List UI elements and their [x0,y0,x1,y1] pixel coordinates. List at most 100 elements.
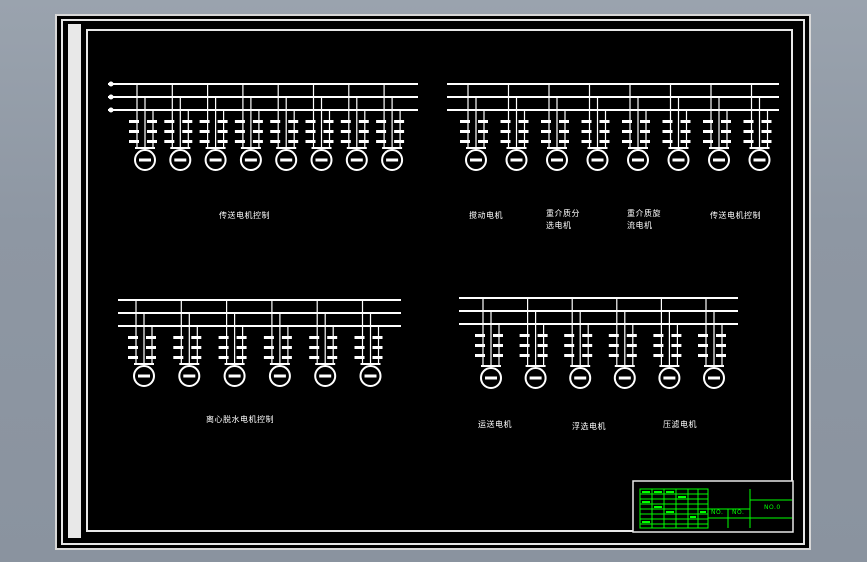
contactor-mark [581,130,592,133]
contactor-mark [608,344,619,347]
contactor-mark [653,334,664,337]
motor-label-mark [618,376,631,380]
contactor-mark [288,120,299,123]
contactor-mark [537,344,548,347]
contactor-mark [281,346,292,349]
contactor-mark [581,120,592,123]
contactor-mark [173,346,184,349]
contactor-mark [358,140,369,143]
contactor-mark [626,354,637,357]
contactor-mark [608,334,619,337]
contactor-mark [519,334,530,337]
caption-group-b-3: 重介质旋 流电机 [627,209,661,230]
contactor-mark [541,120,551,123]
contactor-mark [721,130,731,133]
contactor-mark [640,130,650,133]
contactor-mark [129,120,139,123]
contactor-mark [622,120,632,123]
title-block-cell-right: NO.0 [764,504,781,511]
contactor-mark [376,130,387,133]
motor-label-mark [350,158,363,162]
contactor-mark [252,140,263,143]
contactor-mark [475,344,485,347]
contactor-mark [716,334,726,337]
contactor-mark [376,140,387,143]
contactor-mark [662,120,673,123]
contactor-mark [698,354,708,357]
contactor-mark [281,336,292,339]
contactor-mark [128,346,138,349]
contactor-mark [217,140,228,143]
contactor-mark [372,346,383,349]
motor-label-mark [315,158,328,162]
contactor-mark [671,354,682,357]
caption-group-d-1: 运送电机 [478,420,512,429]
contactor-mark [354,336,365,339]
contactor-mark [129,130,139,133]
contactor-mark [698,334,708,337]
contactor-mark [146,356,156,359]
contactor-mark [309,346,320,349]
contactor-mark [173,356,184,359]
contactor-mark [236,336,247,339]
contactor-mark [460,140,470,143]
contactor-mark [698,344,708,347]
contactor-mark [703,120,713,123]
contactor-mark [146,346,156,349]
contactor-mark [537,354,548,357]
motor-label-mark [485,376,497,380]
contactor-mark [327,356,338,359]
contactor-mark [234,120,245,123]
contactor-mark [721,120,731,123]
contactor-mark [323,130,334,133]
contactor-mark [493,354,503,357]
contactor-mark [541,140,551,143]
contactor-mark [478,120,488,123]
motor-label-mark [672,158,685,162]
contactor-mark [129,140,139,143]
contactor-mark [394,120,405,123]
contactor-mark [394,140,405,143]
contactor-mark [564,334,575,337]
contactor-mark [191,346,202,349]
contactor-mark [599,140,610,143]
contactor-mark [608,354,619,357]
contactor-mark [475,334,485,337]
contactor-mark [559,120,569,123]
contactor-mark [358,120,369,123]
contactor-mark [519,344,530,347]
contactor-mark [340,140,351,143]
contactor-mark [164,130,175,133]
contactor-mark [147,120,157,123]
contactor-mark [460,120,470,123]
contactor-mark [537,334,548,337]
motor-label-mark [280,158,293,162]
contactor-mark [671,334,682,337]
contactor-mark [270,120,281,123]
contactor-mark [323,120,334,123]
contactor-mark [703,140,713,143]
motor-label-mark [183,374,196,378]
contactor-mark [680,140,691,143]
contactor-mark [761,140,772,143]
contactor-mark [564,354,575,357]
contactor-mark [493,334,503,337]
contactor-mark [671,344,682,347]
contactor-mark [182,120,193,123]
contactor-mark [599,120,610,123]
contactor-mark [500,130,511,133]
contactor-mark [582,344,593,347]
contactor-mark [182,130,193,133]
motor-label-mark [138,374,150,378]
motor-label-mark [713,158,725,162]
motor-label-mark [510,158,523,162]
motor-label-mark [708,376,720,380]
contactor-mark [761,130,772,133]
contactor-mark [218,336,229,339]
contactor-mark [582,334,593,337]
contactor-mark [217,130,228,133]
contactor-mark [599,130,610,133]
caption-group-b-1: 搅动电机 [469,211,503,220]
motor-label-mark [209,158,222,162]
contactor-mark [460,130,470,133]
